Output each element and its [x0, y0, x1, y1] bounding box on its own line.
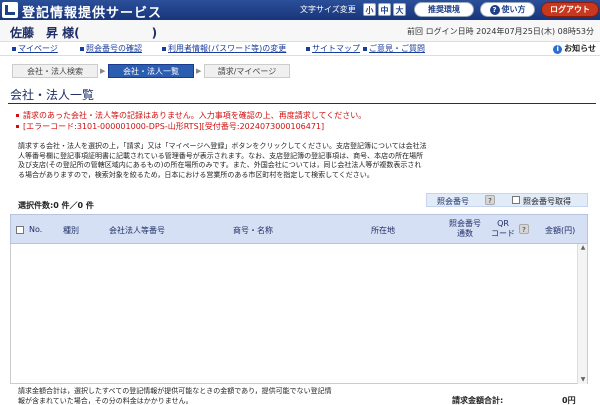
- nav-sitemap-link[interactable]: サイトマップ: [306, 43, 360, 54]
- app-title: 登記情報提供サービス: [22, 6, 163, 21]
- recommended-env-button[interactable]: 推奨環境: [414, 2, 474, 17]
- nav-sitemap-label: サイトマップ: [312, 44, 360, 53]
- column-name[interactable]: 商号・名称: [233, 225, 273, 236]
- font-size-large-button[interactable]: 大: [393, 3, 406, 16]
- step-arrow-icon: ▶: [100, 67, 106, 75]
- column-cert-count: 照会番号 通数: [449, 219, 481, 239]
- error-message: 請求のあった会社・法人等の記録はありません。入力事項を確認の上、再度請求してくだ…: [16, 110, 366, 121]
- selected-count: 選択件数:0 件／0 件: [18, 201, 94, 210]
- step-company-search[interactable]: 会社・法人検索: [12, 64, 98, 78]
- total-amount-label: 請求金額合計:: [452, 396, 504, 405]
- column-no[interactable]: No.: [29, 225, 42, 234]
- question-icon: ?: [489, 5, 500, 15]
- last-login: 前回 ログイン日時 2024年07月25日(木) 08時53分: [407, 27, 594, 36]
- cert-number-box: 照会番号 ? 照会番号取得: [426, 193, 588, 207]
- notice-label: お知らせ: [564, 44, 596, 53]
- error-code: [エラーコード:3101-000001000-DPS-山形RTS][受付番号:2…: [16, 121, 324, 132]
- column-qr-label: QR コード: [491, 219, 515, 238]
- bullet-icon: [12, 46, 16, 51]
- question-icon[interactable]: ?: [485, 195, 495, 205]
- font-size-medium-button[interactable]: 中: [378, 3, 391, 16]
- nav-verify-label: 照会番号の確認: [86, 44, 142, 53]
- page-title: 会社・法人一覧: [10, 88, 95, 102]
- results-table-body: ▲ ▼: [10, 244, 588, 384]
- step-company-list: 会社・法人一覧: [108, 64, 194, 78]
- bullet-icon: [306, 46, 310, 51]
- step-request-mypage: 請求/マイページ: [204, 64, 290, 78]
- user-bar: 佐藤 昇 様( ) 前回 ログイン日時 2024年07月25日(木) 08時53…: [0, 20, 600, 42]
- nav-userinfo-label: 利用者情報(パスワード等)の変更: [168, 44, 287, 53]
- column-amount[interactable]: 金額(円): [545, 225, 575, 236]
- nav-mypage-label: マイページ: [18, 44, 58, 53]
- scroll-up-icon[interactable]: ▲: [579, 244, 587, 252]
- nav-opinion-link[interactable]: ご意見・ご質問: [363, 43, 425, 54]
- bullet-icon: [80, 46, 84, 51]
- nav-opinion-label: ご意見・ご質問: [369, 44, 425, 53]
- total-amount-value: 0円: [562, 396, 576, 405]
- results-table-header: No. 種別 会社法人等番号 商号・名称 所在地 照会番号 通数 QR コード …: [10, 214, 588, 244]
- instructions-text: 請求する会社・法人を選択の上，「請求」又は「マイページへ登録」ボタンをクリックし…: [18, 142, 427, 179]
- cert-number-label: 照会番号: [437, 197, 469, 206]
- bullet-icon: [16, 125, 19, 128]
- user-name: 佐藤 昇 様( ): [10, 26, 158, 40]
- help-button[interactable]: ? 使い方: [480, 2, 535, 17]
- logout-button[interactable]: ログアウト: [541, 2, 599, 17]
- nav-userinfo-link[interactable]: 利用者情報(パスワード等)の変更: [162, 43, 286, 54]
- font-size-label: 文字サイズ変更: [300, 5, 356, 14]
- help-button-label: 使い方: [501, 5, 526, 14]
- column-corp-number[interactable]: 会社法人等番号: [109, 225, 165, 236]
- app-header: 登記情報提供サービス 文字サイズ変更 小 中 大 推奨環境 ? 使い方 ログアウト: [0, 0, 600, 21]
- cert-number-checkbox-label[interactable]: 照会番号取得: [523, 196, 571, 207]
- notice-link[interactable]: i お知らせ: [553, 43, 596, 54]
- column-type[interactable]: 種別: [63, 225, 79, 236]
- column-qr: QR コード: [491, 219, 515, 239]
- error-message-text: 請求のあった会社・法人等の記録はありません。入力事項を確認の上、再度請求してくだ…: [23, 111, 367, 120]
- table-scrollbar[interactable]: ▲ ▼: [577, 244, 587, 384]
- nav-mypage-link[interactable]: マイページ: [12, 43, 58, 54]
- nav-bar: マイページ 照会番号の確認 利用者情報(パスワード等)の変更 サイトマップ ご意…: [0, 42, 600, 56]
- bullet-icon: [162, 46, 166, 51]
- bullet-icon: [16, 114, 19, 117]
- title-divider: [8, 103, 596, 104]
- nav-verify-link[interactable]: 照会番号の確認: [80, 43, 142, 54]
- column-address[interactable]: 所在地: [371, 225, 395, 236]
- logo-icon: [2, 2, 18, 18]
- question-icon[interactable]: ?: [519, 224, 529, 234]
- scroll-down-icon[interactable]: ▼: [579, 376, 587, 384]
- error-code-text: [エラーコード:3101-000001000-DPS-山形RTS][受付番号:2…: [23, 122, 325, 131]
- bullet-icon: [363, 46, 367, 51]
- info-icon: i: [553, 45, 563, 54]
- cert-number-checkbox[interactable]: [512, 196, 520, 204]
- font-size-small-button[interactable]: 小: [363, 3, 376, 16]
- column-cert-count-label: 照会番号 通数: [449, 219, 481, 238]
- step-arrow-icon: ▶: [196, 67, 202, 75]
- select-all-checkbox[interactable]: [16, 226, 24, 234]
- footer-note: 請求金額合計は，選択したすべての登記情報が提供可能なときの金額であり，提供可能で…: [18, 387, 332, 405]
